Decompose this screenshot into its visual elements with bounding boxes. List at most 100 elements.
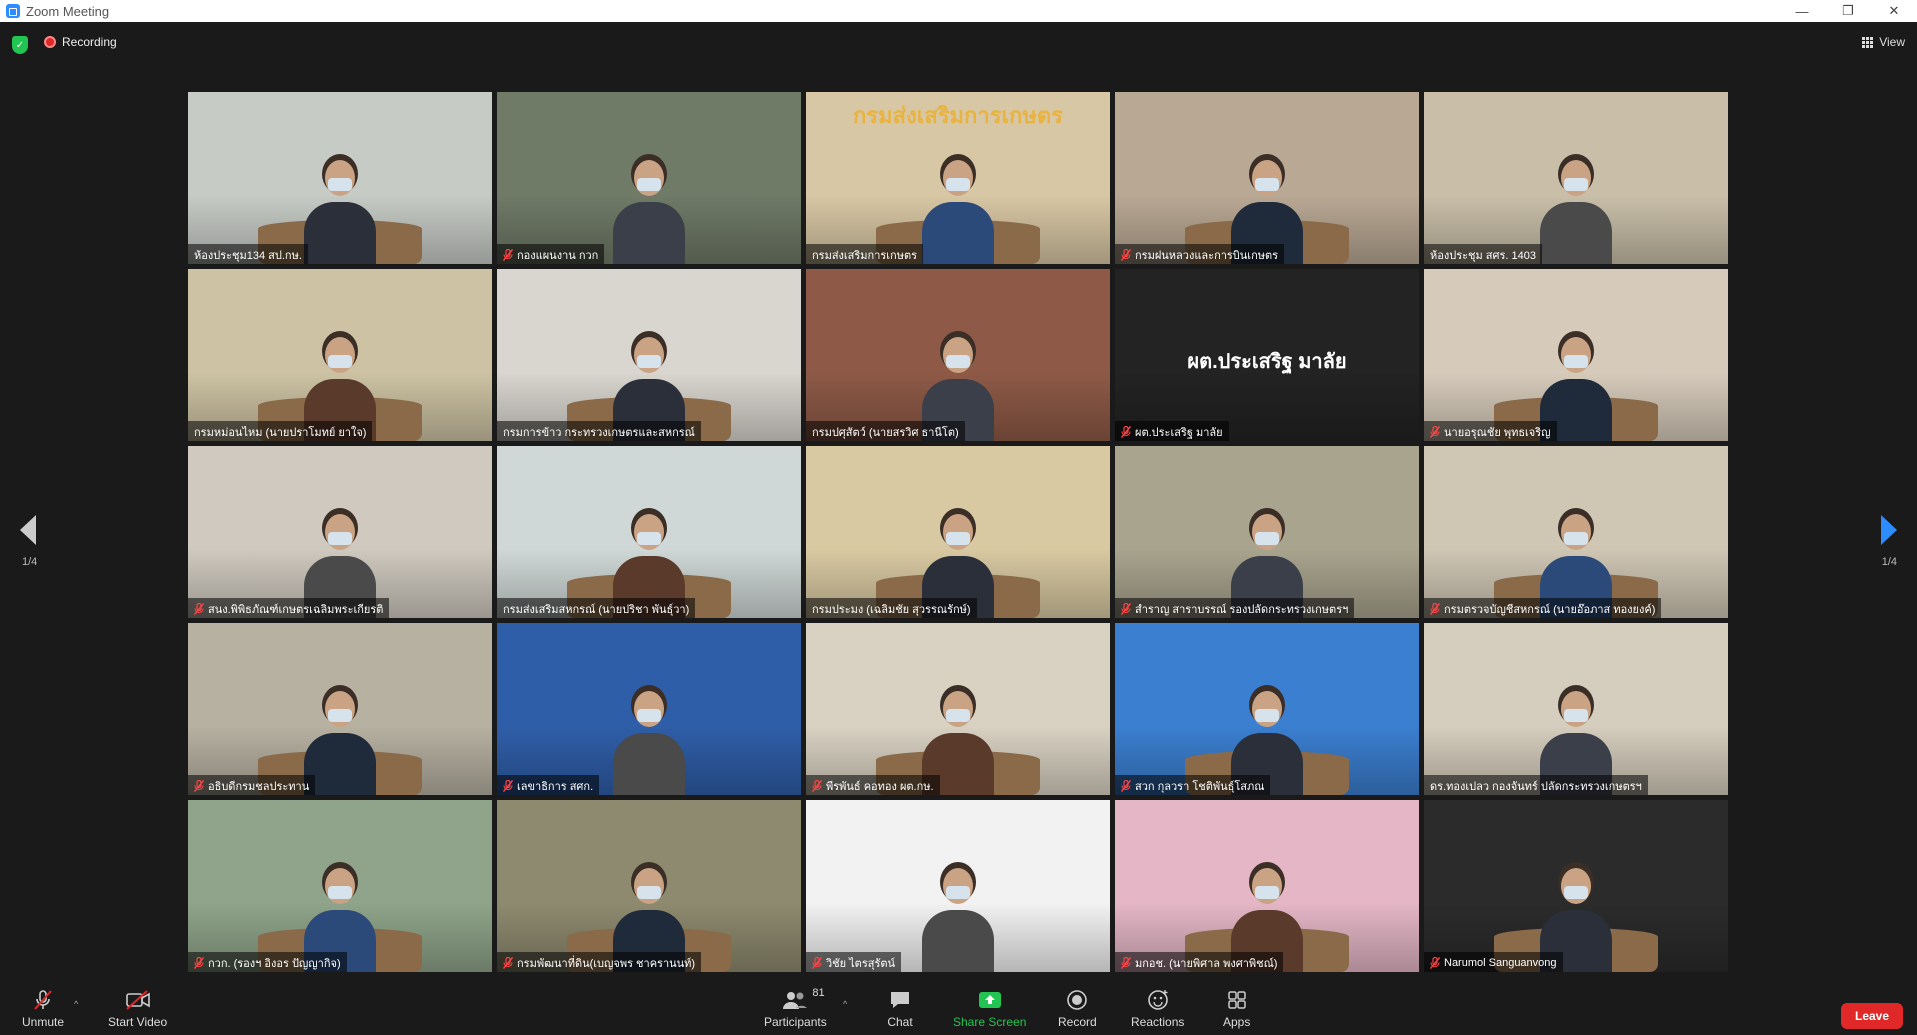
participant-video-tile[interactable]: กรมหม่อนไหม (นายปราโมทย์ ยาใจ) — [188, 269, 492, 441]
participant-video-tile[interactable]: นายอรุณชัย พุทธเจริญ — [1424, 269, 1728, 441]
muted-microphone-icon — [811, 779, 823, 792]
participant-video-tile[interactable]: กรมประมง (เฉลิมชัย สุวรรณรักษ์) — [806, 446, 1110, 618]
close-button[interactable]: ✕ — [1871, 0, 1917, 22]
muted-microphone-icon — [502, 779, 514, 792]
participant-video-tile[interactable]: กองแผนงาน กวก — [497, 92, 801, 264]
participant-name-tag: อธิบดีกรมชลประทาน — [188, 775, 316, 795]
participant-name-tag: ผต.ประเสริฐ มาลัย — [1115, 421, 1229, 441]
reactions-label: Reactions — [1131, 1015, 1185, 1029]
participant-name-tag: กรมฝนหลวงและการบินเกษตร — [1115, 244, 1285, 264]
participant-video-tile[interactable]: สำราญ สาราบรรณ์ รองปลัดกระทรวงเกษตรฯ — [1115, 446, 1419, 618]
apps-button[interactable]: Apps — [1223, 989, 1250, 1029]
participant-name: Narumol Sanguanvong — [1444, 957, 1557, 969]
participants-options-caret-icon[interactable]: ^ — [843, 999, 847, 1009]
start-video-label: Start Video — [108, 1015, 168, 1029]
participant-video-tile[interactable]: กรมปศุสัตว์ (นายสรวิศ ธานีโต) — [806, 269, 1110, 441]
muted-microphone-icon — [1120, 425, 1132, 438]
page-indicator-right: 1/4 — [1881, 556, 1897, 568]
participant-name-tag: เลขาธิการ สศก. — [497, 775, 600, 795]
participants-label: Participants — [764, 1015, 827, 1029]
unmute-button[interactable]: Unmute — [22, 989, 64, 1029]
participant-name-tag: กรมประมง (เฉลิมชัย สุวรรณรักษ์) — [806, 598, 977, 618]
muted-microphone-icon — [1429, 956, 1441, 969]
muted-microphone-icon — [1429, 602, 1441, 615]
participant-video-tile[interactable]: เลขาธิการ สศก. — [497, 623, 801, 795]
smiley-icon — [1145, 989, 1171, 1011]
participant-name-tag: กรมพัฒนาที่ดิน(เบญจพร ชาครานนท์) — [497, 952, 702, 972]
participants-icon: 81 — [782, 987, 825, 1011]
start-video-button[interactable]: Start Video — [108, 989, 167, 1029]
participant-name: ผต.ประเสริฐ มาลัย — [1135, 427, 1223, 439]
chat-label: Chat — [887, 1015, 913, 1029]
participant-name-tag: กรมตรวจบัญชีสหกรณ์ (นายอ๊อภาส ทองยงค์) — [1424, 598, 1662, 618]
participant-name-tag: กรมหม่อนไหม (นายปราโมทย์ ยาใจ) — [188, 421, 373, 441]
audio-options-caret-icon[interactable]: ^ — [74, 999, 78, 1009]
participant-video-tile[interactable]: กรมฝนหลวงและการบินเกษตร — [1115, 92, 1419, 264]
participant-video-tile[interactable]: ห้องประชุม134 สป.กษ. — [188, 92, 492, 264]
participant-video-tile[interactable]: ห้องประชุม สศร. 1403 — [1424, 92, 1728, 264]
participant-figure — [918, 148, 998, 264]
participant-name-tag: สนง.พิพิธภัณฑ์เกษตรเฉลิมพระเกียรติ — [188, 598, 390, 618]
restore-button[interactable]: ❐ — [1825, 0, 1871, 22]
participant-video-tile[interactable]: สวก กุลวรา โชติพันธุ์โสภณ — [1115, 623, 1419, 795]
video-off-icon — [125, 989, 151, 1011]
meeting-toolbar: Unmute ^ Start Video 81 Participants ^ C… — [0, 985, 1917, 1035]
participant-video-tile[interactable]: กรมตรวจบัญชีสหกรณ์ (นายอ๊อภาส ทองยงค์) — [1424, 446, 1728, 618]
participant-name: กรมปศุสัตว์ (นายสรวิศ ธานีโต) — [812, 427, 959, 439]
recording-label: Recording — [62, 35, 117, 49]
participant-video-tile[interactable]: อธิบดีกรมชลประทาน — [188, 623, 492, 795]
reactions-button[interactable]: Reactions — [1131, 989, 1184, 1029]
participants-button[interactable]: 81 Participants — [764, 987, 827, 1029]
participant-video-tile[interactable]: กรมส่งเสริมการเกษตร กรมส่งเสริมการเกษตร — [806, 92, 1110, 264]
participant-name: วิชัย ไตรสุรัตน์ — [826, 958, 896, 970]
participant-video-tile[interactable]: ผต.ประเสริฐ มาลัย ผต.ประเสริฐ มาลัย — [1115, 269, 1419, 441]
participant-video-tile[interactable]: มกอช. (นายพิศาล พงศาพิชณ์) — [1115, 800, 1419, 972]
participant-video-tile[interactable]: Narumol Sanguanvong — [1424, 800, 1728, 972]
participant-figure — [609, 679, 689, 795]
participant-name: นายอรุณชัย พุทธเจริญ — [1444, 427, 1551, 439]
share-screen-button[interactable]: Share Screen — [953, 989, 1026, 1029]
next-page-arrow-icon[interactable] — [1881, 515, 1897, 545]
participant-name-tag: วิชัย ไตรสุรัตน์ — [806, 952, 902, 972]
participant-video-tile[interactable]: วิชัย ไตรสุรัตน์ — [806, 800, 1110, 972]
participant-name-tag: มกอช. (นายพิศาล พงศาพิชณ์) — [1115, 952, 1284, 972]
minimize-button[interactable]: — — [1779, 0, 1825, 22]
apps-label: Apps — [1223, 1015, 1251, 1029]
participant-name-tag: สำราญ สาราบรรณ์ รองปลัดกระทรวงเกษตรฯ — [1115, 598, 1355, 618]
room-banner-sign: กรมส่งเสริมการเกษตร — [852, 103, 1063, 128]
participant-video-tile[interactable]: กรมส่งเสริมสหกรณ์ (นายปริชา พันธุ์วา) — [497, 446, 801, 618]
recording-dot-icon — [44, 36, 56, 48]
participant-video-tile[interactable]: กรมการข้าว กระทรวงเกษตรและสหกรณ์ — [497, 269, 801, 441]
chat-button[interactable]: Chat — [887, 989, 913, 1029]
participant-video-tile[interactable]: พีรพันธ์ คอทอง ผต.กษ. — [806, 623, 1110, 795]
participant-name: กองแผนงาน กวก — [517, 250, 599, 262]
muted-microphone-icon — [193, 602, 205, 615]
participant-video-tile[interactable]: ดร.ทองเปลว กองจันทร์ ปลัดกระทรวงเกษตรฯ — [1424, 623, 1728, 795]
view-button[interactable]: View — [1862, 35, 1905, 49]
muted-microphone-icon — [193, 779, 205, 792]
record-icon — [1064, 989, 1090, 1011]
share-screen-icon — [977, 989, 1003, 1011]
participant-name-tag: Narumol Sanguanvong — [1424, 952, 1563, 972]
leave-button[interactable]: Leave — [1841, 1003, 1903, 1029]
participant-name-tag: พีรพันธ์ คอทอง ผต.กษ. — [806, 775, 940, 795]
participant-video-tile[interactable]: กรมพัฒนาที่ดิน(เบญจพร ชาครานนท์) — [497, 800, 801, 972]
zoom-app-icon — [6, 4, 20, 18]
participant-name: กรมตรวจบัญชีสหกรณ์ (นายอ๊อภาส ทองยงค์) — [1444, 604, 1656, 616]
previous-page-arrow-icon[interactable] — [20, 515, 36, 545]
page-indicator-left: 1/4 — [22, 556, 38, 568]
participant-video-tile[interactable]: กวก. (รองฯ อิงอร ปัญญากิจ) — [188, 800, 492, 972]
encryption-shield-icon[interactable]: ✓ — [12, 36, 28, 54]
window-title: Zoom Meeting — [26, 3, 110, 19]
participant-display-name: ผต.ประเสริฐ มาลัย — [1187, 351, 1347, 373]
participant-name: กวก. (รองฯ อิงอร ปัญญากิจ) — [208, 958, 341, 970]
record-label: Record — [1058, 1015, 1097, 1029]
record-button[interactable]: Record — [1058, 989, 1097, 1029]
participant-name: อธิบดีกรมชลประทาน — [208, 781, 310, 793]
participant-name: มกอช. (นายพิศาล พงศาพิชณ์) — [1135, 958, 1278, 970]
participant-name-tag: สวก กุลวรา โชติพันธุ์โสภณ — [1115, 775, 1271, 795]
recording-indicator[interactable]: Recording — [44, 35, 117, 49]
participant-name-tag: นายอรุณชัย พุทธเจริญ — [1424, 421, 1557, 441]
muted-microphone-icon — [1120, 602, 1132, 615]
participant-video-tile[interactable]: สนง.พิพิธภัณฑ์เกษตรเฉลิมพระเกียรติ — [188, 446, 492, 618]
